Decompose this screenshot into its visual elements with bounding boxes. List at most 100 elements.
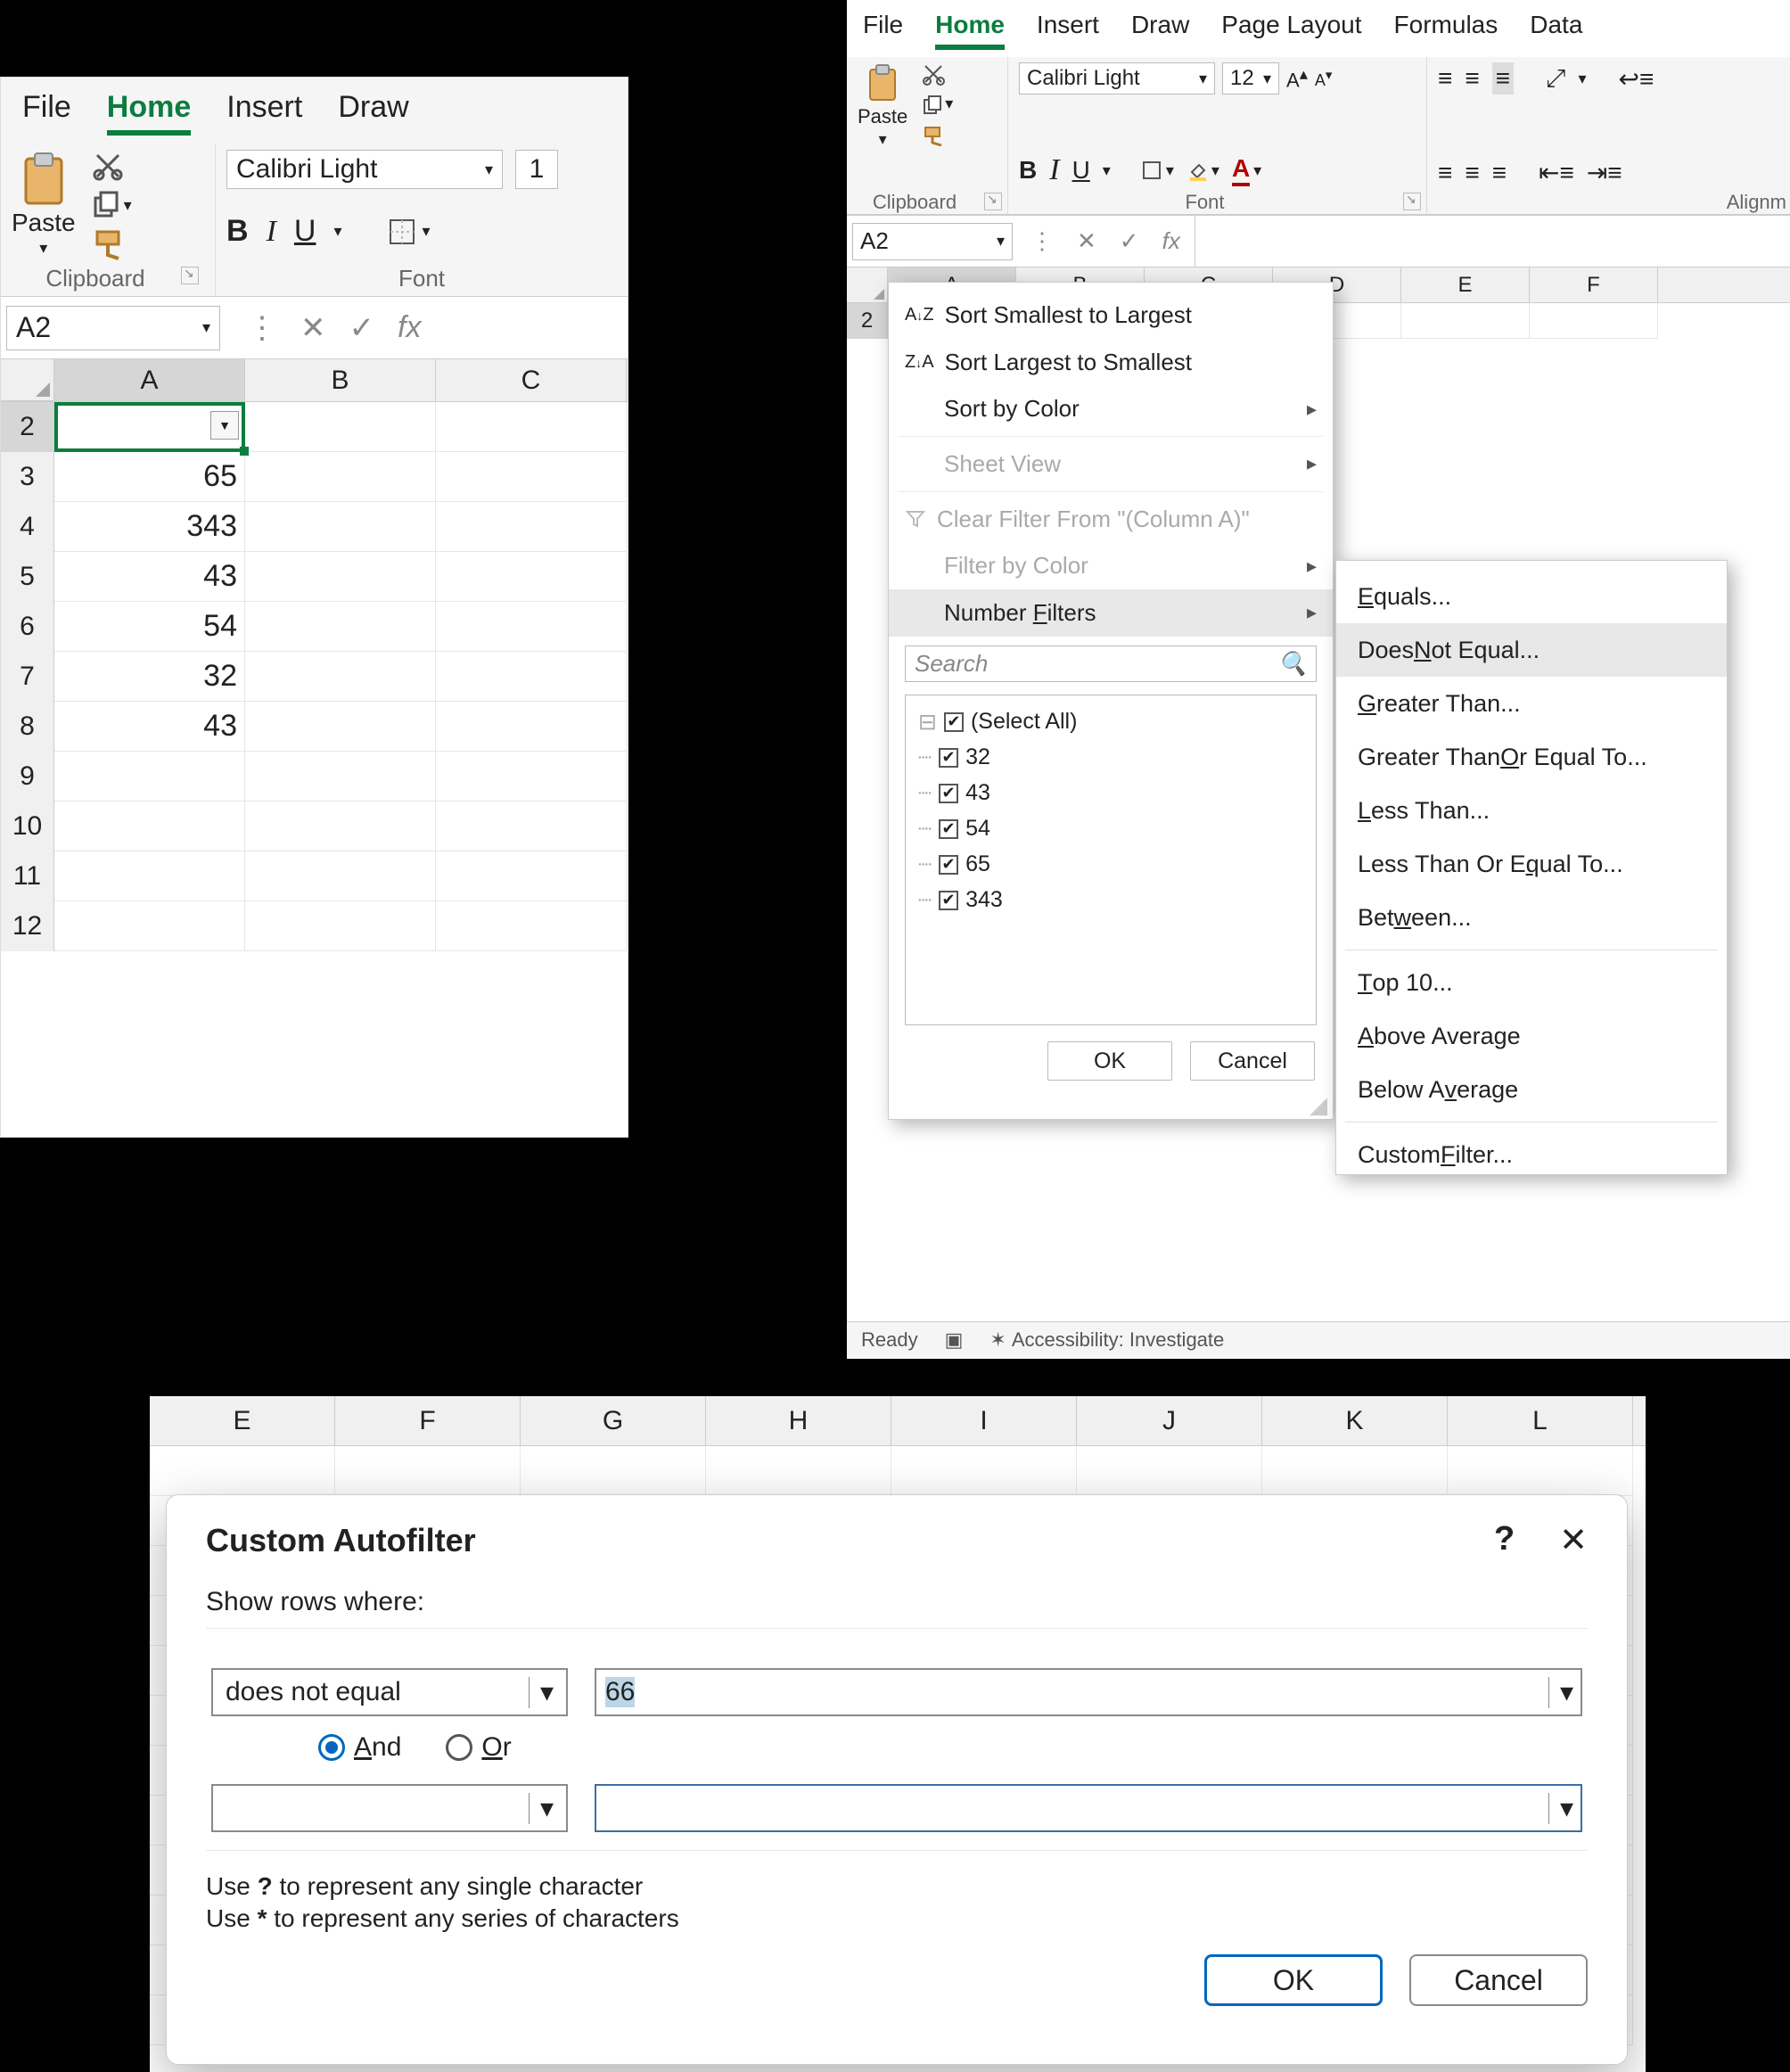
grid[interactable]: 2 ▼ 365 4343 543 654 732 843 9 10 11 12 [1, 402, 628, 951]
select-all-corner[interactable] [1, 359, 54, 401]
underline-button[interactable]: U [1072, 156, 1090, 185]
align-middle-icon[interactable]: ≡ [1465, 64, 1479, 93]
filter-dropdown-icon[interactable]: ▼ [210, 411, 239, 440]
tree-item[interactable]: ┈✔343 [918, 883, 1303, 918]
accept-formula-icon[interactable]: ✓ [349, 310, 375, 346]
copy-icon[interactable]: ▾ [922, 95, 953, 116]
row-header[interactable]: 10 [1, 802, 54, 851]
bold-button[interactable]: B [1019, 156, 1037, 185]
font-name-combo[interactable]: Calibri Light ▾ [226, 150, 503, 189]
dialog-launcher-icon[interactable] [181, 267, 199, 284]
font-size-combo[interactable]: 12▾ [1222, 62, 1279, 95]
column-header[interactable]: E [150, 1396, 335, 1445]
wrap-text-icon[interactable]: ↩≡ [1618, 64, 1654, 94]
sort-by-color[interactable]: Sort by Color ▸ [889, 385, 1333, 432]
nf-less-than[interactable]: Less Than... [1336, 784, 1727, 837]
nf-greater-than-or-equal[interactable]: Greater Than Or Equal To... [1336, 730, 1727, 784]
row-header[interactable]: 9 [1, 752, 54, 802]
ok-button[interactable]: OK [1047, 1041, 1172, 1081]
row-header[interactable]: 12 [1, 901, 54, 951]
macro-record-icon[interactable]: ▣ [945, 1328, 964, 1352]
fx-icon[interactable]: fx [1162, 227, 1180, 255]
filter-search-input[interactable]: Search 🔍 [905, 645, 1317, 682]
cut-icon[interactable] [92, 150, 124, 182]
font-name-combo[interactable]: Calibri Light▾ [1019, 62, 1215, 95]
nf-custom-filter[interactable]: Custom Filter... [1336, 1128, 1727, 1181]
underline-button[interactable]: U [294, 214, 316, 249]
nf-less-than-or-equal[interactable]: Less Than Or Equal To... [1336, 837, 1727, 891]
orientation-icon[interactable]: ⤢ [1546, 64, 1565, 94]
row-header[interactable]: 5 [1, 552, 54, 602]
cut-icon[interactable] [922, 62, 945, 86]
column-header-F[interactable]: F [1530, 267, 1658, 302]
resize-grip-icon[interactable]: ◢ [1310, 1091, 1333, 1119]
accept-formula-icon[interactable]: ✓ [1120, 227, 1139, 255]
format-painter-icon[interactable] [922, 125, 947, 146]
column-header[interactable]: L [1448, 1396, 1633, 1445]
tree-item[interactable]: ┈✔43 [918, 776, 1303, 811]
cancel-formula-icon[interactable]: ✕ [300, 310, 326, 346]
number-filters[interactable]: Number Filters ▸ [889, 589, 1333, 637]
criteria1-value-input[interactable]: 66 ▾ [595, 1668, 1582, 1716]
bold-button[interactable]: B [226, 214, 249, 249]
ok-button[interactable]: OK [1204, 1954, 1383, 2006]
row-header[interactable]: 3 [1, 452, 54, 502]
tab-page-layout[interactable]: Page Layout [1221, 11, 1361, 50]
tab-data[interactable]: Data [1530, 11, 1582, 50]
tab-home[interactable]: Home [107, 90, 191, 136]
align-bottom-icon[interactable]: ≡ [1492, 62, 1514, 95]
cancel-button[interactable]: Cancel [1409, 1954, 1588, 2006]
paste-button[interactable]: Paste ▾ [12, 150, 76, 260]
criteria1-operator-combo[interactable]: does not equal ▾ [211, 1668, 568, 1716]
name-box[interactable]: A2 ▾ [6, 306, 220, 350]
cell-A2[interactable]: ▼ [54, 402, 245, 452]
paste-button[interactable]: Paste ▾ [858, 62, 907, 149]
criteria2-value-input[interactable]: ▾ [595, 1784, 1582, 1832]
name-box[interactable]: A2▾ [852, 223, 1013, 260]
row-header[interactable]: 8 [1, 702, 54, 752]
tree-item[interactable]: ┈✔65 [918, 847, 1303, 883]
align-right-icon[interactable]: ≡ [1492, 159, 1507, 187]
tab-draw[interactable]: Draw [338, 90, 408, 136]
row-header[interactable]: 2 [1, 402, 54, 452]
dialog-launcher-icon[interactable] [1403, 193, 1421, 210]
close-icon[interactable]: ✕ [1559, 1520, 1588, 1560]
cell[interactable] [245, 402, 436, 452]
column-header[interactable]: K [1262, 1396, 1448, 1445]
cancel-button[interactable]: Cancel [1190, 1041, 1315, 1081]
cell[interactable]: 43 [54, 552, 245, 602]
align-left-icon[interactable]: ≡ [1438, 159, 1452, 187]
tab-file[interactable]: File [863, 11, 903, 50]
cell[interactable]: 32 [54, 652, 245, 702]
nf-greater-than[interactable]: Greater Than... [1336, 677, 1727, 730]
cancel-formula-icon[interactable]: ✕ [1077, 227, 1096, 255]
italic-button[interactable]: I [267, 215, 276, 249]
select-all-corner[interactable] [847, 267, 888, 302]
cell[interactable] [436, 402, 627, 452]
increase-font-icon[interactable]: A▴ [1286, 64, 1308, 92]
column-header[interactable]: I [891, 1396, 1077, 1445]
column-header[interactable]: G [521, 1396, 706, 1445]
tree-item-select-all[interactable]: ⊟✔(Select All) [918, 704, 1303, 740]
nf-between[interactable]: Between... [1336, 891, 1727, 944]
and-radio[interactable]: And [318, 1732, 401, 1763]
cell[interactable]: 65 [54, 452, 245, 502]
tab-formulas[interactable]: Formulas [1394, 11, 1499, 50]
font-size-combo[interactable]: 1 [515, 150, 558, 189]
column-header[interactable]: J [1077, 1396, 1262, 1445]
decrease-font-icon[interactable]: A▾ [1315, 67, 1333, 90]
nf-top10[interactable]: Top 10... [1336, 956, 1727, 1009]
row-header[interactable]: 11 [1, 851, 54, 901]
nf-above-average[interactable]: Above Average [1336, 1009, 1727, 1063]
column-header[interactable]: H [706, 1396, 891, 1445]
copy-icon[interactable]: ▾ [92, 191, 132, 219]
row-header[interactable]: 4 [1, 502, 54, 552]
column-header[interactable]: F [335, 1396, 521, 1445]
sort-ascending[interactable]: A↓Z Sort Smallest to Largest [889, 292, 1333, 339]
nf-equals[interactable]: Equals... [1336, 570, 1727, 623]
nf-does-not-equal[interactable]: Does Not Equal... [1336, 623, 1727, 677]
tree-item[interactable]: ┈✔54 [918, 811, 1303, 847]
borders-button[interactable]: ▾ [1141, 160, 1174, 181]
nf-below-average[interactable]: Below Average [1336, 1063, 1727, 1116]
cell[interactable]: 43 [54, 702, 245, 752]
